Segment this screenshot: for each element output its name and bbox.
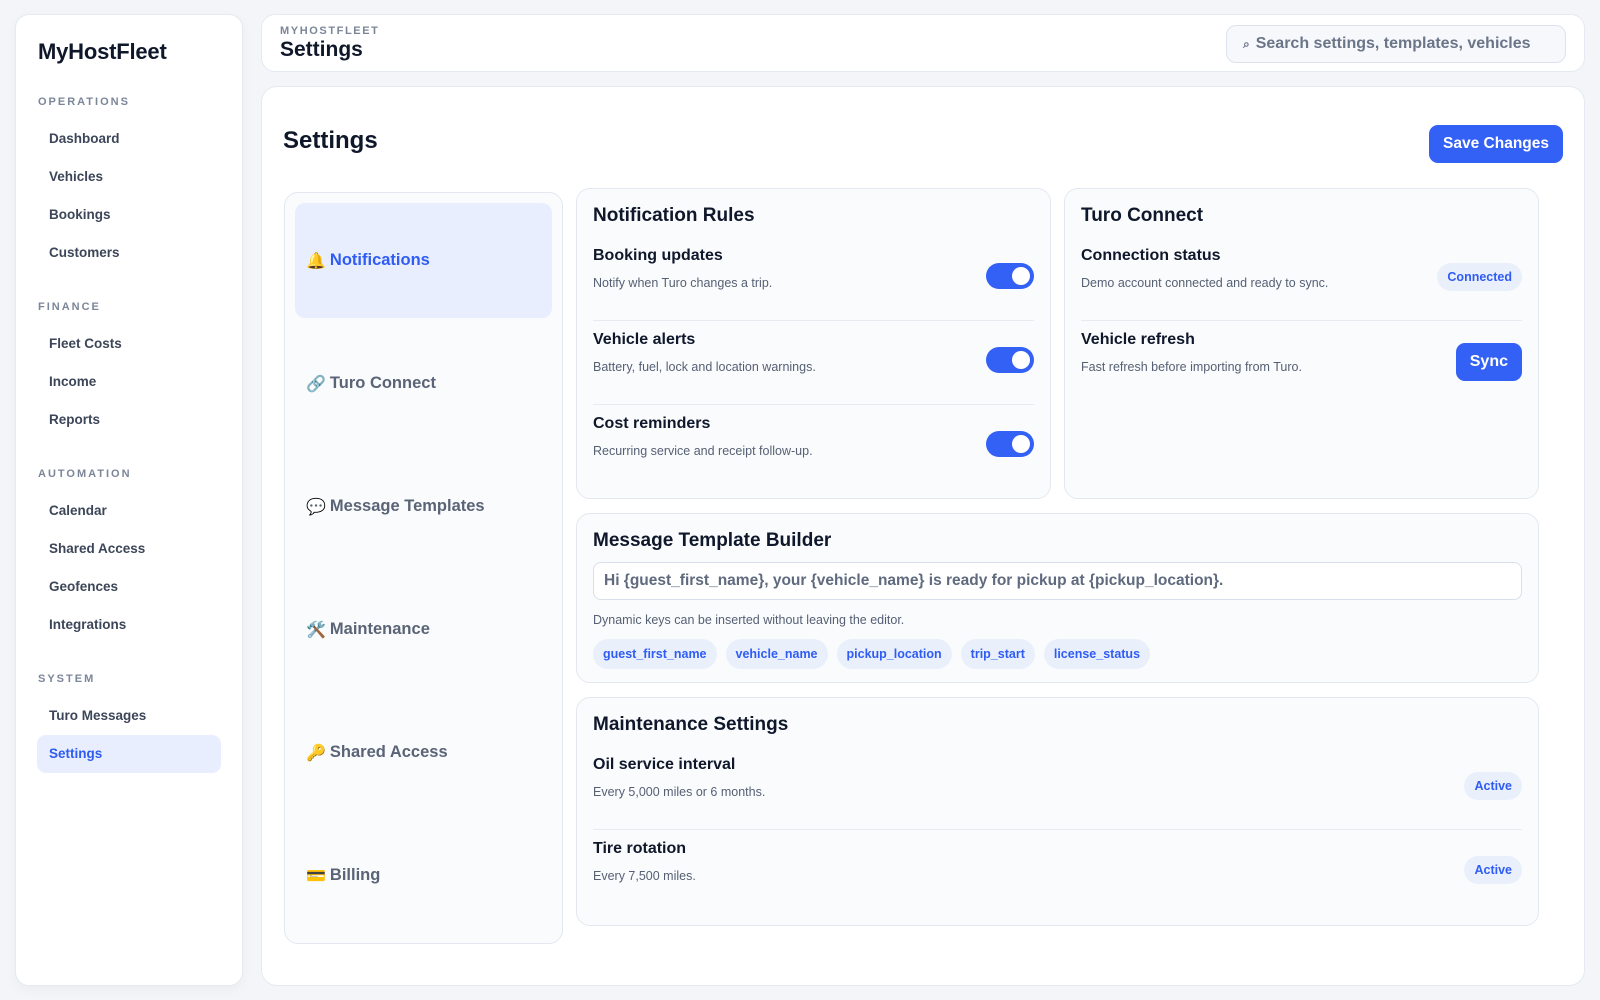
settings-tab-message-templates[interactable]: 💬 Message Templates [295,449,552,564]
maintenance-row-oil-service-interval: Oil service interval Every 5,000 miles or… [593,746,1522,830]
settings-tab-label: Billing [329,866,381,884]
sidebar-item-reports[interactable]: Reports [37,401,221,439]
row-title: Vehicle refresh [1081,331,1195,348]
row-desc: Notify when Turo changes a trip. [593,276,773,290]
settings-tab-shared-access[interactable]: 🔑 Shared Access [295,695,552,810]
key-chip-vehicle-name[interactable]: vehicle_name [725,639,828,669]
maintenance-card: Maintenance Settings Oil service interva… [576,697,1539,926]
dynamic-keys: guest_first_name vehicle_name pickup_locat… [593,639,1522,669]
message-templates-icon: 💬 [306,498,326,516]
status-badge: Active [1464,772,1522,800]
row-title: Tire rotation [593,840,687,857]
nav-section-automation: AUTOMATION Calendar Shared Access Geofences… [37,468,221,644]
row-desc: Every 5,000 miles or 6 months. [593,785,766,799]
toggle-knob [1012,435,1030,453]
sidebar-item-vehicles[interactable]: Vehicles [37,158,221,196]
sidebar-item-calendar[interactable]: Calendar [37,492,221,530]
turo-connect-card: Turo Connect Connection status Demo acco… [1064,188,1539,499]
settings-tab-label: Maintenance [329,620,430,638]
notification-rules-card: Notification Rules Booking updates Notify… [576,188,1051,499]
toggle-switch[interactable] [986,263,1034,289]
search-icon: ⌕ [1243,36,1250,51]
notifications-icon: 🔔 [306,252,326,270]
key-chip-pickup-location[interactable]: pickup_location [836,639,952,669]
toggle-knob [1012,351,1030,369]
sidebar-item-fleet-costs[interactable]: Fleet Costs [37,325,221,363]
card-title: Notification Rules [593,205,755,226]
top-header: MYHOSTFLEET Settings ⌕ Search settings, … [261,14,1585,72]
row-title: Oil service interval [593,756,736,773]
sidebar-item-customers[interactable]: Customers [37,234,221,272]
sidebar-item-income[interactable]: Income [37,363,221,401]
nav-section-operations: OPERATIONS Dashboard Vehicles Bookings Custo… [37,96,221,272]
maintenance-row-tire-rotation: Tire rotation Every 7,500 miles. Active [593,830,1522,914]
toggle-knob [1012,267,1030,285]
row-desc: Battery, fuel, lock and location warning… [593,360,816,374]
sidebar: MyHostFleet OPERATIONS Dashboard Vehicles B… [15,14,243,986]
key-chip-license-status[interactable]: license_status [1043,639,1151,669]
card-title: Maintenance Settings [593,714,789,735]
nav-heading: AUTOMATION [38,468,132,480]
turo-connect-icon: 🔗 [306,375,326,393]
toggle-switch[interactable] [986,347,1034,373]
vehicle-refresh-row: Vehicle refresh Fast refresh before impo… [1081,321,1522,405]
sidebar-item-geofences[interactable]: Geofences [37,568,221,606]
row-title: Cost reminders [593,415,711,432]
sidebar-item-dashboard[interactable]: Dashboard [37,120,221,158]
sidebar-item-integrations[interactable]: Integrations [37,606,221,644]
sidebar-item-shared-access[interactable]: Shared Access [37,530,221,568]
sidebar-item-settings[interactable]: Settings [37,735,221,773]
sidebar-item-bookings[interactable]: Bookings [37,196,221,234]
sidebar-item-turo-messages[interactable]: Turo Messages [37,697,221,735]
row-desc: Recurring service and receipt follow-up. [593,444,813,458]
notification-row-booking-updates: Booking updates Notify when Turo changes … [593,237,1034,321]
help-text: Dynamic keys can be inserted without lea… [593,613,905,627]
billing-icon: 💳 [306,867,326,885]
shared-access-icon: 🔑 [306,744,326,762]
search-input[interactable]: ⌕ Search settings, templates, vehicles [1226,25,1566,63]
card-title: Message Template Builder [593,530,832,551]
main-panel: Settings Save Changes 🔔 Notifications 🔗 Tur… [261,86,1585,986]
nav-section-finance: FINANCE Fleet Costs Income Reports [37,301,221,439]
connection-status-row: Connection status Demo account connected… [1081,237,1522,321]
brand-logo: MyHostFleet [38,39,167,64]
sync-button[interactable]: Sync [1455,343,1522,381]
search-placeholder: Search settings, templates, vehicles [1255,35,1531,52]
save-changes-button[interactable]: Save Changes [1429,125,1563,163]
row-title: Vehicle alerts [593,331,696,348]
settings-tab-label: Shared Access [329,743,448,761]
key-chip-guest-first-name[interactable]: guest_first_name [593,639,717,669]
nav-heading: FINANCE [38,301,101,313]
template-builder-card: Message Template Builder Dynamic keys ca… [576,513,1539,683]
notification-row-vehicle-alerts: Vehicle alerts Battery, fuel, lock and lo… [593,321,1034,405]
settings-tab-turo-connect[interactable]: 🔗 Turo Connect [295,326,552,441]
settings-tab-billing[interactable]: 💳 Billing [295,818,552,933]
maintenance-icon: 🛠️ [306,621,326,639]
page-title: Settings [283,127,378,154]
settings-tab-label: Message Templates [329,497,485,515]
nav-heading: OPERATIONS [38,96,130,108]
nav-heading: SYSTEM [38,673,96,685]
row-title: Booking updates [593,247,723,264]
settings-tab-notifications[interactable]: 🔔 Notifications [295,203,552,318]
template-input[interactable] [593,562,1522,600]
nav-section-system: SYSTEM Turo Messages Settings [37,673,221,773]
row-desc: Every 7,500 miles. [593,869,696,883]
settings-tab-label: Notifications [329,251,430,269]
status-badge: Active [1464,856,1522,884]
toggle-switch[interactable] [986,431,1034,457]
notification-row-cost-reminders: Cost reminders Recurring service and rece… [593,405,1034,489]
settings-tab-label: Turo Connect [329,374,436,392]
settings-tab-maintenance[interactable]: 🛠️ Maintenance [295,572,552,687]
key-chip-trip-start[interactable]: trip_start [960,639,1035,669]
card-title: Turo Connect [1081,205,1204,226]
status-badge: Connected [1437,263,1522,291]
settings-nav: 🔔 Notifications 🔗 Turo Connect 💬 Message Temp… [284,192,563,944]
